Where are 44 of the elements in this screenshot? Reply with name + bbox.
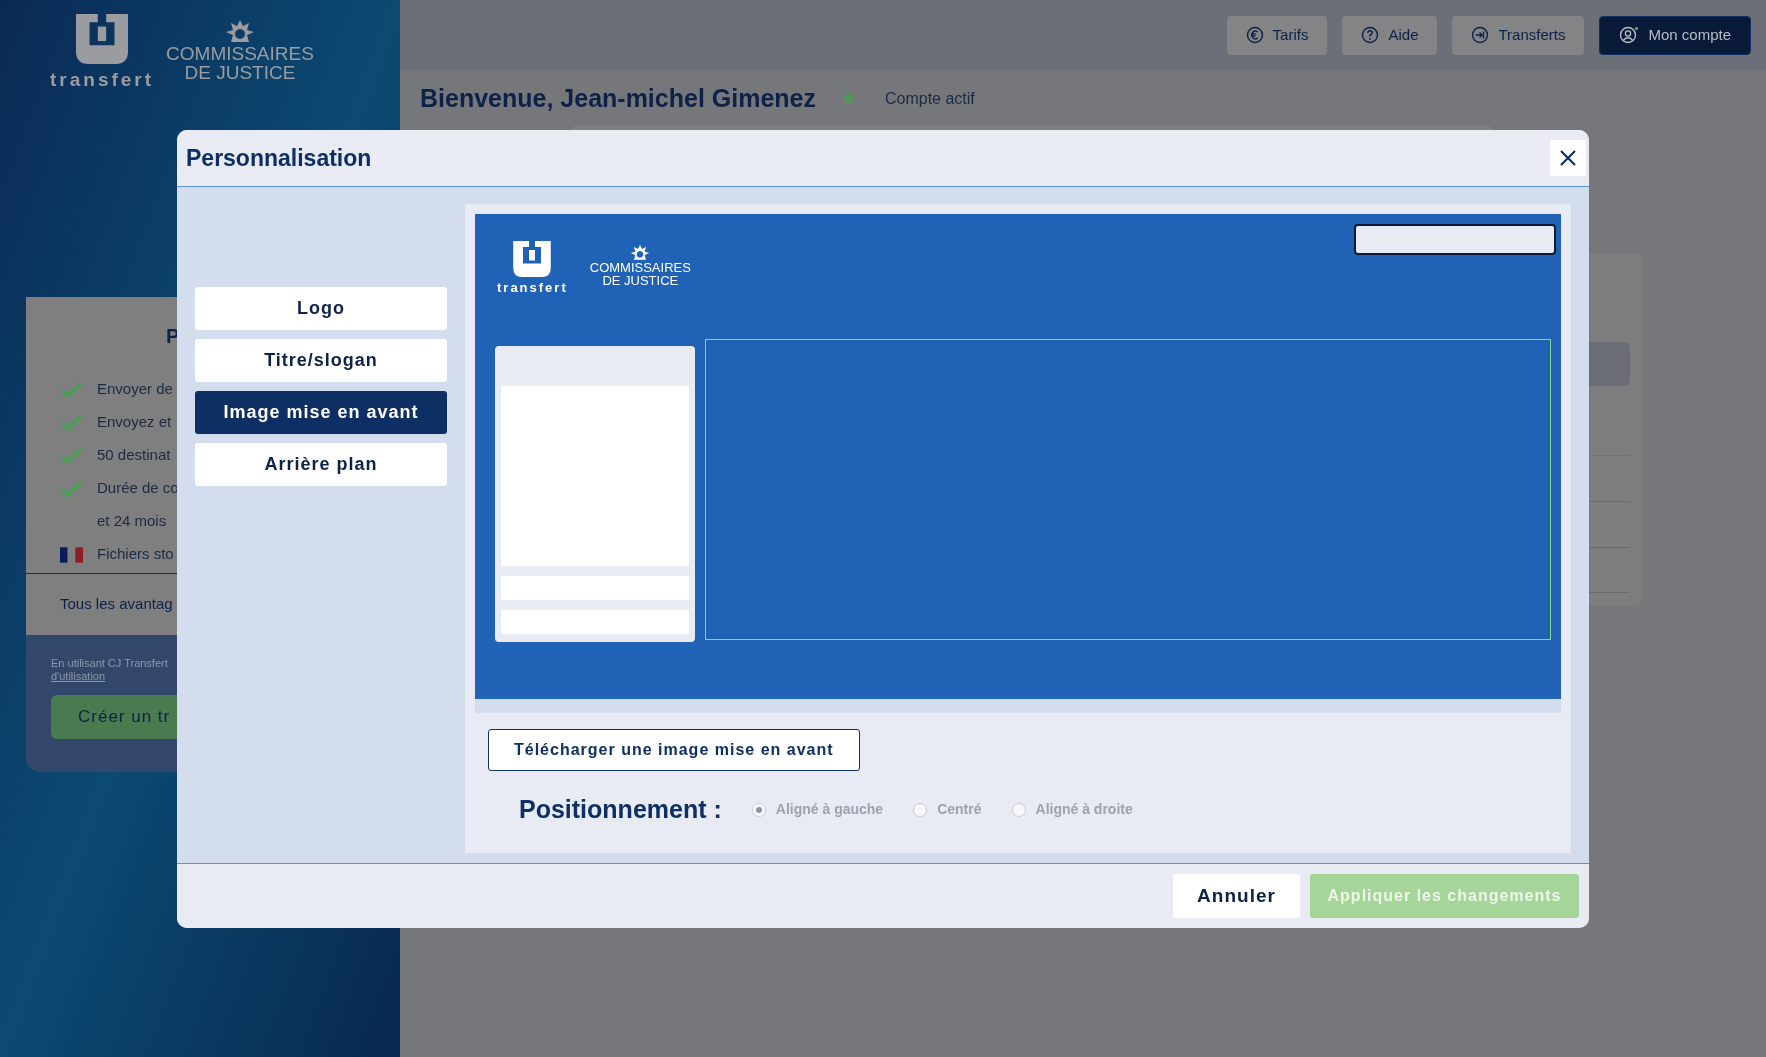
radio-label: Aligné à gauche <box>775 800 884 820</box>
close-button[interactable] <box>1550 140 1586 176</box>
cancel-button[interactable]: Annuler <box>1173 874 1300 918</box>
nav-button[interactable]: Mon compte <box>1599 15 1751 55</box>
close-icon <box>1559 149 1577 167</box>
nav-button[interactable]: Transferts <box>1452 15 1585 55</box>
nav-button[interactable]: Tarifs <box>1226 15 1328 55</box>
check-icon <box>60 381 83 398</box>
account-icon <box>1619 26 1640 44</box>
brand-name: transfert <box>50 70 155 89</box>
nav-button[interactable]: Aide <box>1342 15 1438 55</box>
check-icon <box>60 447 83 464</box>
organization-name: COMMISSAIRES <box>166 44 314 63</box>
logo-icon <box>512 241 553 277</box>
feature-text: Envoyez et <box>97 412 172 433</box>
feature-text: et 24 mois <box>97 511 167 532</box>
radio-label: Centré <box>937 800 982 820</box>
dialog-title: Personnalisation <box>186 143 372 173</box>
euro-icon <box>1245 26 1264 44</box>
check-icon <box>60 480 83 497</box>
flag-icon <box>60 546 83 563</box>
feature-text: Envoyer de <box>97 379 173 400</box>
help-icon <box>1361 26 1380 44</box>
sun-icon <box>225 20 255 44</box>
customization-tab[interactable]: Image mise en avant <box>195 391 447 434</box>
feature-text: 50 destinat <box>97 445 171 466</box>
organization-name: DE JUSTICE <box>184 63 296 82</box>
organization-name: DE JUSTICE <box>602 274 679 287</box>
welcome-heading: Bienvenue, Jean-michel Gimenez <box>420 83 816 114</box>
advantages-link[interactable]: Tous les avantag <box>60 593 173 616</box>
terms-notice: En utilisant CJ Transfert <box>51 657 169 670</box>
sun-icon <box>630 245 651 261</box>
logo-icon <box>76 14 129 64</box>
customization-tab[interactable]: Arrière plan <box>195 443 447 486</box>
check-icon <box>60 414 83 431</box>
customization-tab[interactable]: Logo <box>195 287 447 330</box>
feature-text: Fichiers sto <box>97 544 174 565</box>
customization-tab[interactable]: Titre/slogan <box>195 339 447 382</box>
positioning-label: Positionnement : <box>519 794 722 825</box>
brand-name: transfert <box>497 281 568 294</box>
account-status: Compte actif <box>885 88 975 109</box>
upload-button[interactable]: Télécharger une image mise en avant <box>488 729 860 771</box>
radio-label: Aligné à droite <box>1035 800 1133 820</box>
organization-name: COMMISSAIRES <box>589 261 691 274</box>
